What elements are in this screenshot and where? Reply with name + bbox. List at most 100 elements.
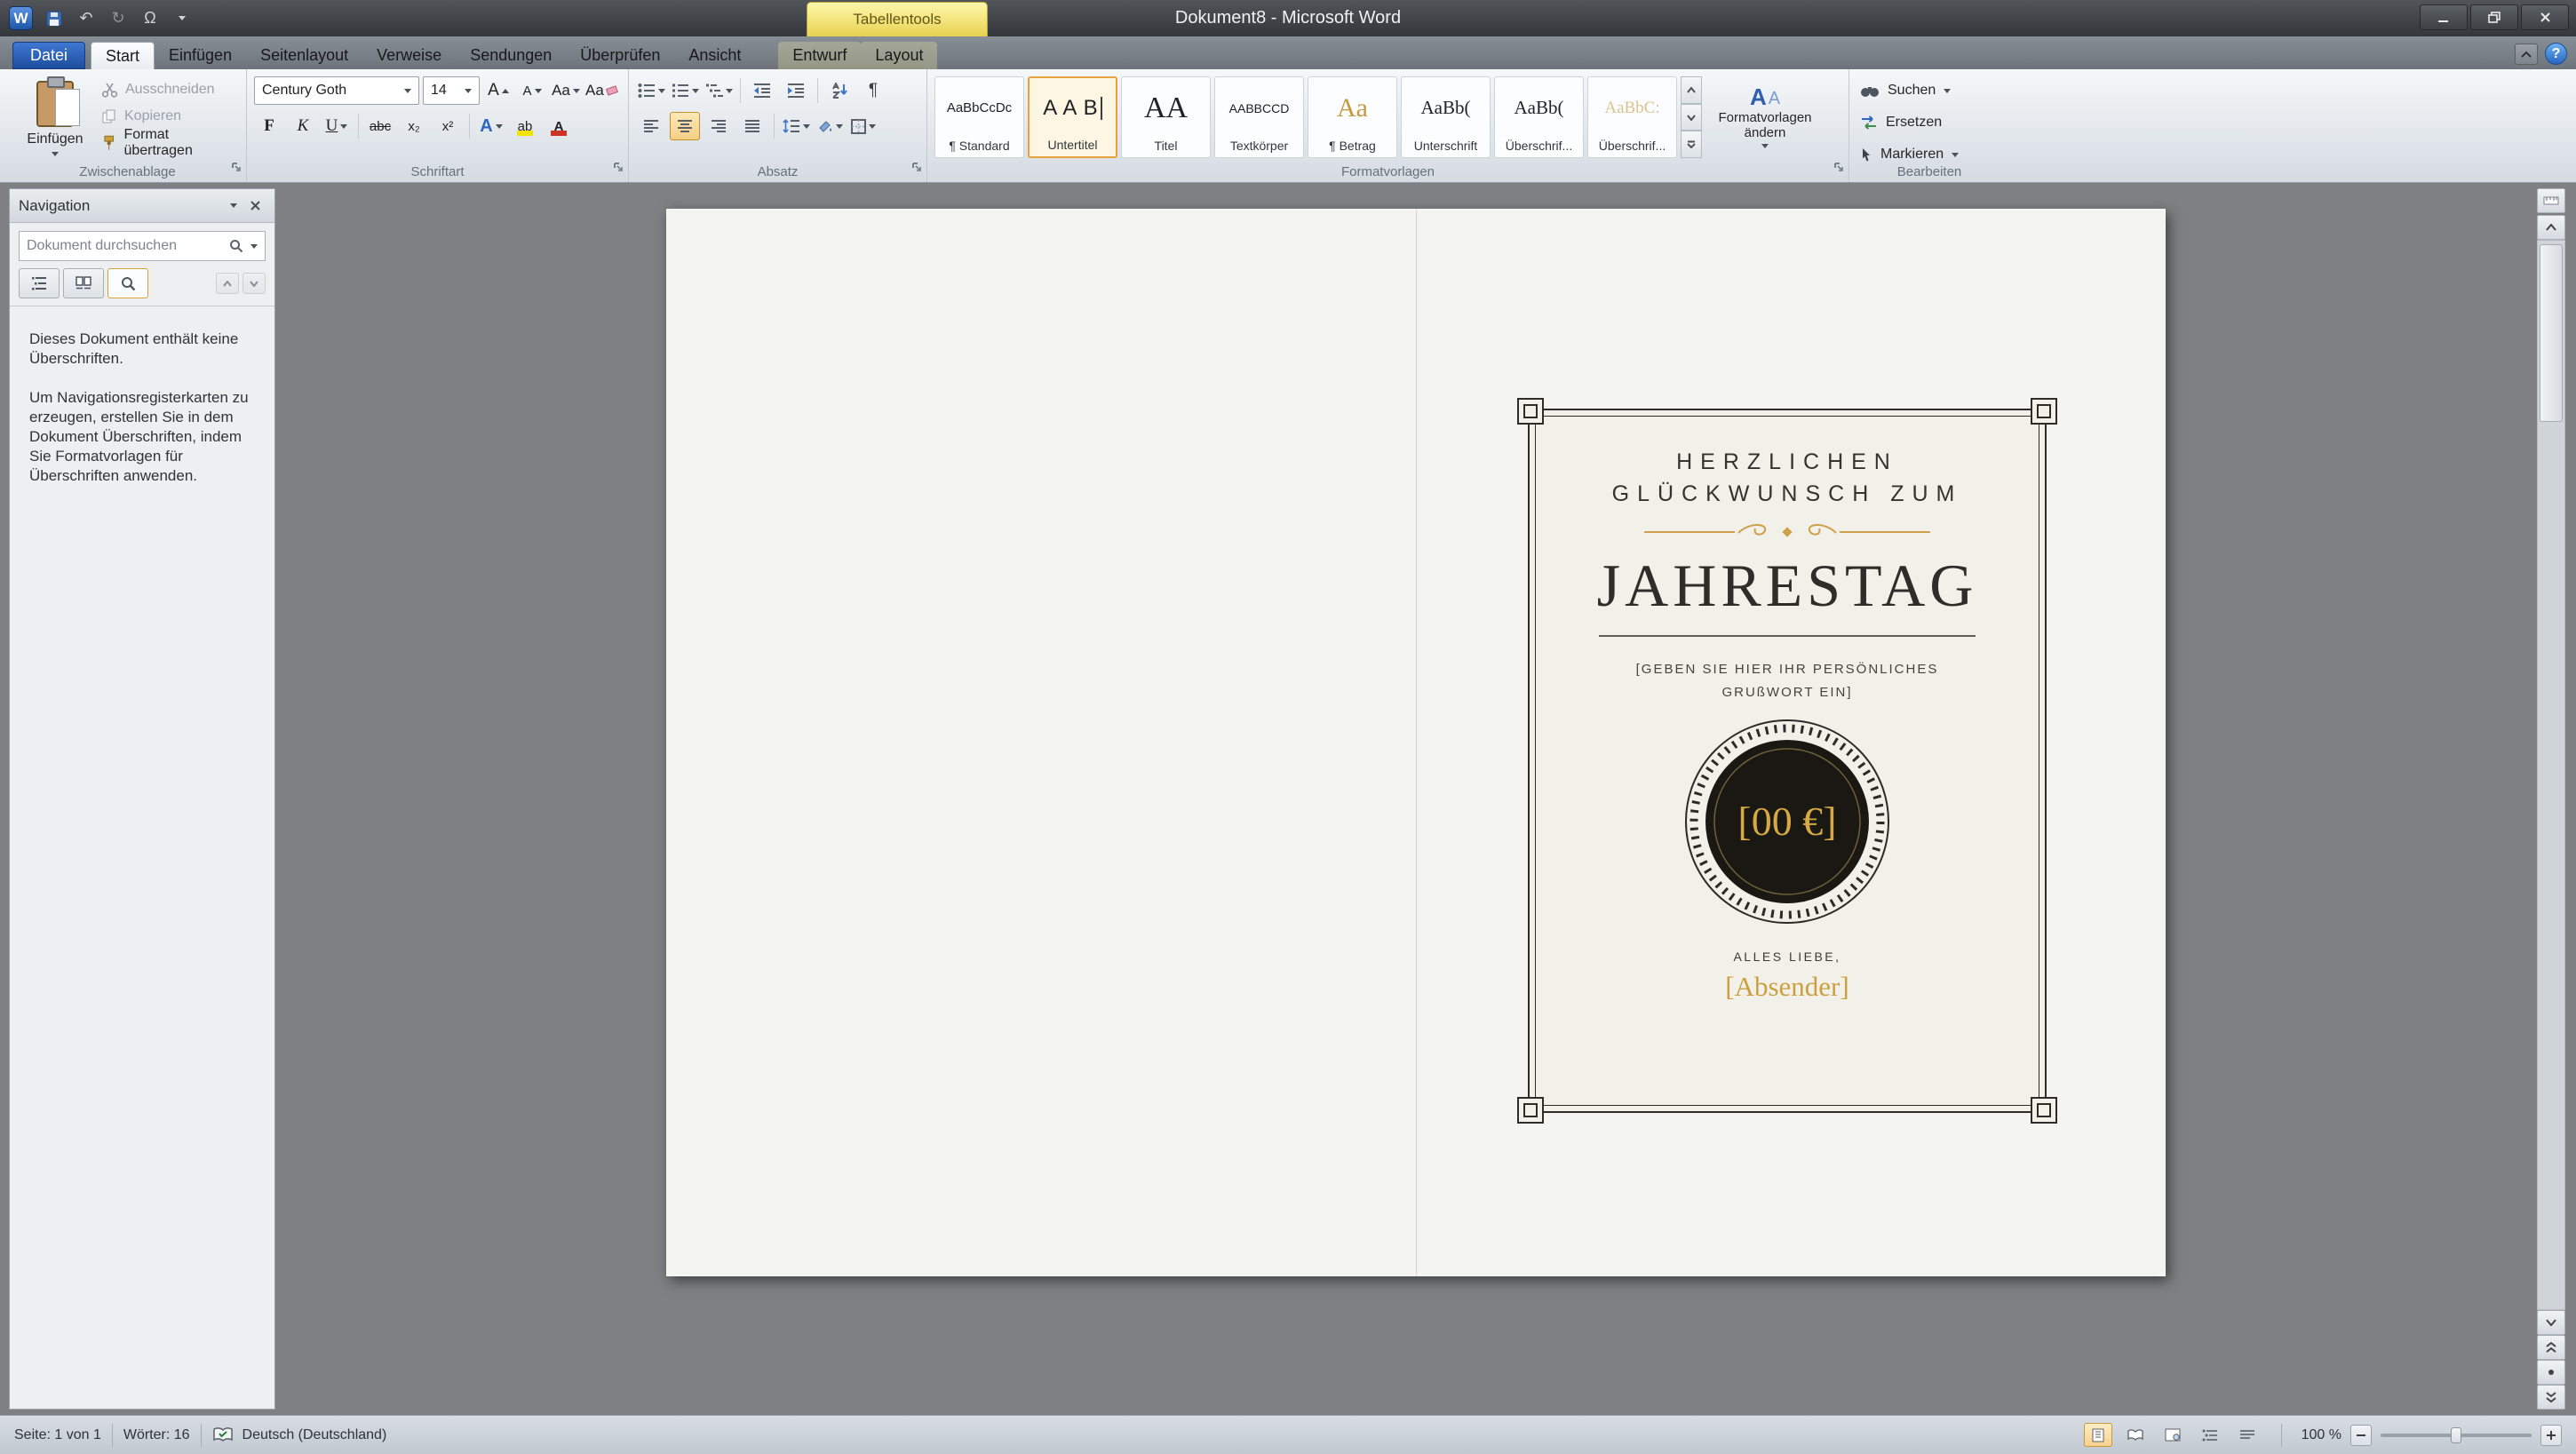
style-standard[interactable]: AaBbCcDc ¶ Standard [934,76,1024,158]
outline-view-icon[interactable] [2196,1423,2224,1447]
italic-button[interactable]: K [288,112,318,140]
paragraph-dialog-launcher-icon[interactable] [911,162,923,178]
scrollbar-track[interactable] [2537,240,2565,1310]
gallery-scroll-up-icon[interactable] [1681,76,1702,104]
previous-result-icon[interactable] [216,273,239,294]
tab-einfuegen[interactable]: Einfügen [155,42,246,69]
style-betrag[interactable]: Aa ¶ Betrag [1308,76,1397,158]
document-search-input[interactable]: Dokument durchsuchen [19,231,266,261]
style-textkoerper[interactable]: AABBCCD Textkörper [1214,76,1304,158]
save-icon[interactable] [44,7,65,30]
multilevel-list-button[interactable] [704,76,734,105]
card-closing[interactable]: ALLES LIEBE, [1530,949,2045,964]
tab-datei[interactable]: Datei [12,42,85,69]
redo-icon[interactable]: ↻ [107,7,129,30]
help-icon[interactable]: ? [2545,43,2567,65]
tab-entwurf[interactable]: Entwurf [778,42,861,69]
replace-button[interactable]: Ersetzen [1860,108,1942,137]
browse-headings-tab[interactable] [19,268,60,298]
qat-customize-icon[interactable] [171,7,193,30]
find-button[interactable]: Suchen [1860,76,1951,105]
word-app-icon[interactable]: W [9,6,33,30]
card-greeting-line1[interactable]: HERZLICHEN [1530,446,2045,478]
shrink-font-button[interactable]: A [517,76,547,105]
print-layout-view-icon[interactable] [2084,1423,2112,1447]
tab-verweise[interactable]: Verweise [362,42,456,69]
word-count[interactable]: Wörter: 16 [123,1427,190,1443]
tab-sendungen[interactable]: Sendungen [456,42,566,69]
align-right-button[interactable] [704,112,734,140]
font-size-combo[interactable]: 14 [423,76,480,105]
font-color-button[interactable]: A [544,112,574,140]
minimize-ribbon-icon[interactable] [2515,44,2538,65]
strikethrough-button[interactable]: abc [365,112,395,140]
style-untertitel[interactable]: A A B Untertitel [1028,76,1117,158]
card-prompt-line1[interactable]: [GEBEN SIE HIER IHR PERSÖNLICHES [1530,658,2045,681]
browse-pages-tab[interactable] [63,268,104,298]
change-styles-button[interactable]: AA Formatvorlagen ändern [1709,76,1821,158]
tab-ansicht[interactable]: Ansicht [674,42,755,69]
text-effects-button[interactable]: A [476,112,506,140]
copy-button[interactable]: Kopieren [98,103,242,130]
draft-view-icon[interactable] [2233,1423,2262,1447]
zoom-level[interactable]: 100 % [2302,1427,2341,1443]
style-titel[interactable]: AA Titel [1121,76,1211,158]
select-browse-object-icon[interactable] [2537,1360,2565,1385]
previous-page-icon[interactable] [2537,1335,2565,1360]
align-left-button[interactable] [636,112,666,140]
tab-ueberpruefen[interactable]: Überprüfen [566,42,674,69]
zoom-slider[interactable] [2381,1434,2532,1437]
paste-button[interactable]: Einfügen [16,76,94,160]
styles-dialog-launcher-icon[interactable] [1833,162,1845,178]
card-sender[interactable]: [Absender] [1530,971,2045,1003]
gallery-more-icon[interactable] [1681,131,1702,158]
ruler-toggle-icon[interactable] [2537,188,2565,213]
align-center-button[interactable] [670,112,700,140]
underline-button[interactable]: U [322,112,352,140]
pane-options-icon[interactable] [223,196,244,216]
page-info[interactable]: Seite: 1 von 1 [14,1427,101,1443]
minimize-button[interactable] [2420,4,2468,30]
superscript-button[interactable]: x² [433,112,463,140]
search-options-icon[interactable] [250,244,258,249]
highlight-button[interactable]: ab [510,112,540,140]
bullets-button[interactable] [636,76,666,105]
scroll-down-icon[interactable] [2537,1310,2565,1335]
zoom-out-icon[interactable] [2350,1425,2372,1446]
gallery-scroll-down-icon[interactable] [1681,104,1702,131]
bold-button[interactable]: F [254,112,284,140]
cut-button[interactable]: Ausschneiden [98,76,242,103]
style-unterschrift[interactable]: AaBb( Unterschrift [1401,76,1491,158]
close-button[interactable] [2521,4,2569,30]
tab-seitenlayout[interactable]: Seitenlayout [246,42,362,69]
style-ueberschrift2[interactable]: AaBbC: Überschrif... [1587,76,1677,158]
next-result-icon[interactable] [242,273,266,294]
pane-close-icon[interactable] [244,196,266,216]
undo-icon[interactable]: ↶ [76,7,97,30]
decrease-indent-button[interactable] [747,76,777,105]
greeting-card[interactable]: HERZLICHEN GLÜCKWUNSCH ZUM JAHRESTAG [1528,409,2047,1113]
restore-button[interactable] [2470,4,2518,30]
insert-symbol-icon[interactable]: Ω [139,7,161,30]
zoom-in-icon[interactable] [2540,1425,2562,1446]
line-spacing-button[interactable] [781,112,811,140]
amount-badge[interactable]: [00 €] [1681,715,1894,928]
zoom-slider-thumb[interactable] [2451,1427,2461,1443]
change-case-button[interactable]: Aa [551,76,581,105]
justify-button[interactable] [737,112,767,140]
card-greeting-line2[interactable]: GLÜCKWUNSCH ZUM [1530,478,2045,510]
grow-font-button[interactable]: A [483,76,513,105]
increase-indent-button[interactable] [781,76,811,105]
card-title[interactable]: JAHRESTAG [1530,551,2045,621]
font-name-combo[interactable]: Century Goth [254,76,419,105]
tab-layout[interactable]: Layout [861,42,937,69]
card-prompt-line2[interactable]: GRUßWORT EIN] [1530,681,2045,704]
subscript-button[interactable]: x₂ [399,112,429,140]
style-ueberschrift1[interactable]: AaBb( Überschrif... [1494,76,1584,158]
font-dialog-launcher-icon[interactable] [613,162,624,178]
scrollbar-thumb[interactable] [2540,244,2563,422]
fullscreen-reading-view-icon[interactable] [2121,1423,2150,1447]
shading-button[interactable] [815,112,845,140]
browse-results-tab[interactable] [107,268,148,298]
sort-button[interactable] [824,76,855,105]
